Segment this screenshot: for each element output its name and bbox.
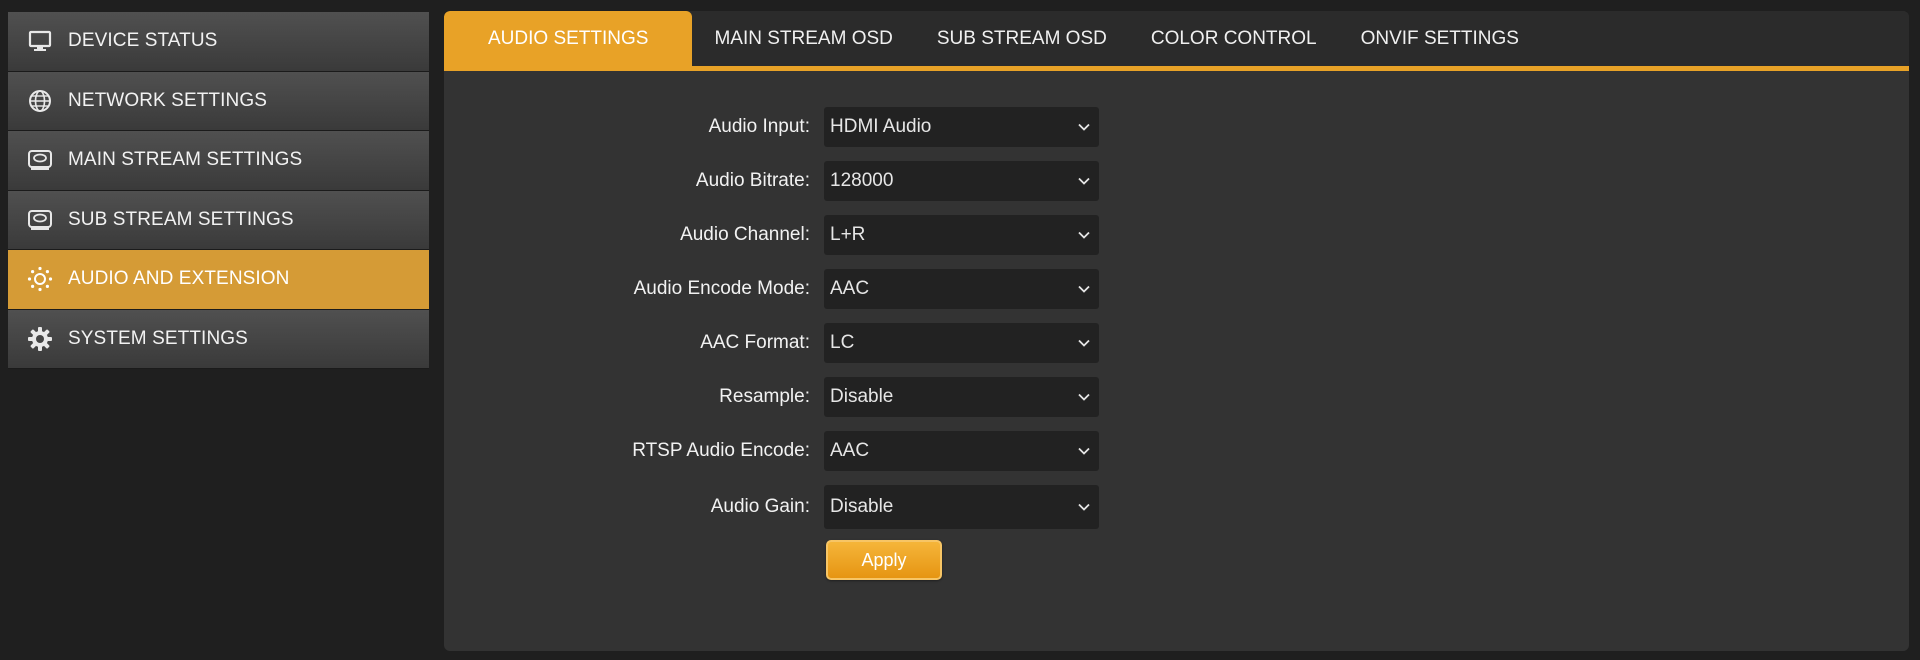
resample-select[interactable]: Disable: [824, 377, 1099, 417]
audio-bitrate-select[interactable]: 128000: [824, 161, 1099, 201]
audio-channel-label: Audio Channel:: [680, 224, 810, 245]
audio-encode-mode-select[interactable]: AAC: [824, 269, 1099, 309]
sidebar-item-audio-and-extension[interactable]: AUDIO AND EXTENSION: [8, 250, 429, 310]
audio-input-value: HDMI Audio: [830, 116, 932, 137]
audio-settings-form: Audio Input: HDMI Audio Audio Bitrate: 1…: [444, 107, 1909, 580]
form-row-rtsp-audio-encode: RTSP Audio Encode: AAC: [444, 431, 1909, 485]
form-row-audio-bitrate: Audio Bitrate: 128000: [444, 161, 1909, 215]
monitor-icon: [22, 23, 58, 59]
audio-input-label: Audio Input:: [708, 116, 810, 137]
resample-value: Disable: [830, 386, 894, 407]
audio-encode-mode-value: AAC: [830, 278, 870, 299]
chevron-down-icon: [1077, 120, 1091, 134]
sidebar: DEVICE STATUS NETWORK SETTINGS MAIN STRE…: [8, 12, 429, 369]
disk-icon: [22, 142, 58, 178]
chevron-down-icon: [1077, 282, 1091, 296]
settings-panel: AUDIO SETTINGS MAIN STREAM OSD SUB STREA…: [444, 11, 1909, 651]
form-row-aac-format: AAC Format: LC: [444, 323, 1909, 377]
form-row-audio-channel: Audio Channel: L+R: [444, 215, 1909, 269]
sidebar-item-label: MAIN STREAM SETTINGS: [68, 149, 303, 171]
rtsp-audio-encode-select[interactable]: AAC: [824, 431, 1099, 471]
audio-gain-value: Disable: [830, 496, 894, 517]
audio-channel-value: L+R: [830, 224, 866, 245]
gear-icon: [22, 321, 58, 357]
audio-gain-select[interactable]: Disable: [824, 485, 1099, 529]
tab-sub-stream-osd[interactable]: SUB STREAM OSD: [915, 11, 1129, 66]
audio-input-select[interactable]: HDMI Audio: [824, 107, 1099, 147]
globe-icon: [22, 83, 58, 119]
chevron-down-icon: [1077, 390, 1091, 404]
audio-encode-mode-label: Audio Encode Mode:: [633, 278, 810, 299]
tab-color-control[interactable]: COLOR CONTROL: [1129, 11, 1339, 66]
audio-gain-label: Audio Gain:: [710, 496, 810, 517]
sidebar-item-label: DEVICE STATUS: [68, 30, 218, 52]
form-row-audio-gain: Audio Gain: Disable: [444, 485, 1909, 545]
sidebar-item-label: SUB STREAM SETTINGS: [68, 208, 294, 230]
sidebar-item-label: SYSTEM SETTINGS: [68, 327, 248, 349]
sidebar-item-label: AUDIO AND EXTENSION: [68, 268, 290, 290]
chevron-down-icon: [1077, 336, 1091, 350]
sidebar-item-main-stream-settings[interactable]: MAIN STREAM SETTINGS: [8, 131, 429, 191]
form-row-audio-encode-mode: Audio Encode Mode: AAC: [444, 269, 1909, 323]
apply-button[interactable]: Apply: [826, 540, 942, 580]
tab-main-stream-osd[interactable]: MAIN STREAM OSD: [692, 11, 914, 66]
tab-bar: AUDIO SETTINGS MAIN STREAM OSD SUB STREA…: [444, 11, 1909, 71]
audio-bitrate-label: Audio Bitrate:: [695, 170, 810, 191]
tab-audio-settings[interactable]: AUDIO SETTINGS: [444, 11, 693, 66]
disk-icon: [22, 202, 58, 238]
form-row-resample: Resample: Disable: [444, 377, 1909, 431]
chevron-down-icon: [1077, 444, 1091, 458]
tab-onvif-settings[interactable]: ONVIF SETTINGS: [1339, 11, 1541, 66]
form-row-audio-input: Audio Input: HDMI Audio: [444, 107, 1909, 161]
resample-label: Resample:: [719, 386, 810, 407]
rtsp-audio-encode-label: RTSP Audio Encode:: [632, 440, 810, 461]
chevron-down-icon: [1077, 228, 1091, 242]
dotted-gear-icon: [22, 261, 58, 297]
audio-bitrate-value: 128000: [830, 170, 894, 191]
audio-channel-select[interactable]: L+R: [824, 215, 1099, 255]
sidebar-item-sub-stream-settings[interactable]: SUB STREAM SETTINGS: [8, 190, 429, 250]
sidebar-item-label: NETWORK SETTINGS: [68, 89, 267, 111]
aac-format-value: LC: [830, 332, 855, 353]
aac-format-select[interactable]: LC: [824, 323, 1099, 363]
sidebar-item-system-settings[interactable]: SYSTEM SETTINGS: [8, 309, 429, 369]
sidebar-item-network-settings[interactable]: NETWORK SETTINGS: [8, 71, 429, 131]
sidebar-item-device-status[interactable]: DEVICE STATUS: [8, 12, 429, 72]
aac-format-label: AAC Format:: [700, 332, 810, 353]
chevron-down-icon: [1077, 500, 1091, 514]
chevron-down-icon: [1077, 174, 1091, 188]
rtsp-audio-encode-value: AAC: [830, 440, 870, 461]
